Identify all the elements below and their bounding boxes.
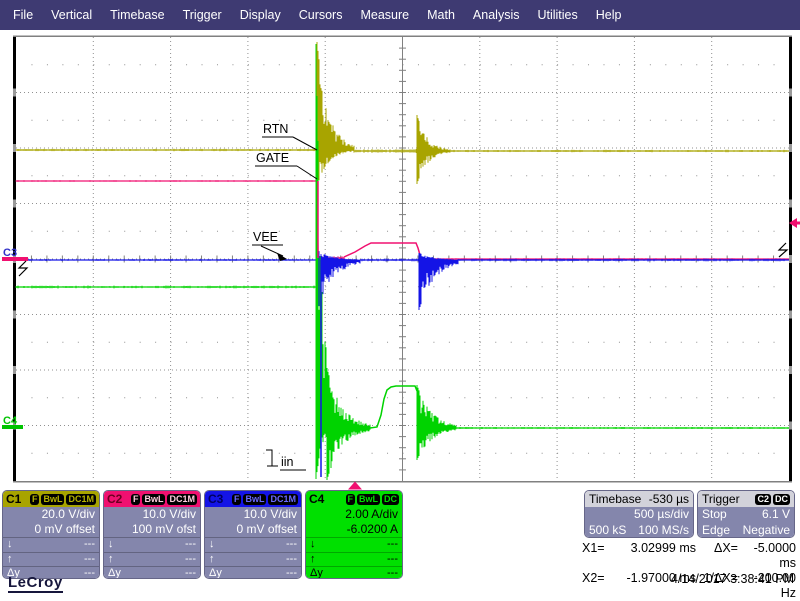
- menu-trigger[interactable]: Trigger: [174, 0, 231, 30]
- channel-c2-max-row: ↑---: [104, 552, 200, 567]
- dx-value: -5.0000 ms: [738, 541, 796, 571]
- channel-c4-offset: -6.0200 A: [306, 522, 402, 537]
- channel-box-c4[interactable]: C4 F BwL DC 2.00 A/div -6.0200 A ↓--- ↑-…: [305, 490, 403, 579]
- coupling-badge: DC1M: [66, 494, 96, 505]
- lecroy-logo: LeCroy: [8, 574, 63, 593]
- channel-c3-offset: 0 mV offset: [205, 522, 301, 537]
- up-arrow-icon: ↑: [209, 553, 215, 567]
- delta-y-icon: Δy: [209, 567, 222, 579]
- menu-file[interactable]: File: [4, 0, 42, 30]
- down-arrow-icon: ↓: [7, 538, 13, 552]
- channel-box-c2[interactable]: C2 F BwL DC1M 10.0 V/div 100 mV ofst ↓--…: [103, 490, 201, 579]
- trigger-title: Trigger: [702, 492, 740, 506]
- menu-measure[interactable]: Measure: [351, 0, 418, 30]
- cursor-readout: X1= 3.02999 ms ΔX= -5.0000 ms X2= -1.970…: [582, 541, 796, 601]
- channel-box-c3[interactable]: C3 F BwL DC1M 10.0 V/div 0 mV offset ↓--…: [204, 490, 302, 579]
- filter-badge: F: [30, 494, 40, 505]
- channel-c1-header: C1 F BwL DC1M: [3, 491, 99, 507]
- channel-c1-min-row: ↓---: [3, 537, 99, 552]
- trigger-mode: Stop: [702, 507, 727, 523]
- up-arrow-icon: ↑: [108, 553, 114, 567]
- dx-label: ΔX=: [696, 541, 738, 571]
- filter-badge: F: [131, 494, 141, 505]
- down-arrow-icon: ↓: [108, 538, 114, 552]
- channel-c2-name: C2: [107, 491, 122, 507]
- channel-c3-scale: 10.0 V/div: [205, 507, 301, 522]
- down-arrow-icon: ↓: [209, 538, 215, 552]
- filter-badge: F: [232, 494, 242, 505]
- timebase-rate: 100 MS/s: [638, 523, 689, 539]
- up-arrow-icon: ↑: [310, 553, 316, 567]
- timebase-per-div: 500 µs/div: [634, 507, 689, 523]
- channel-c3-min-row: ↓---: [205, 537, 301, 552]
- datetime-display: 4/14/2017 3:38:41 PM: [671, 572, 794, 586]
- svg-text:C3: C3: [3, 247, 17, 259]
- svg-text:VEE: VEE: [253, 230, 278, 244]
- menu-cursors[interactable]: Cursors: [290, 0, 352, 30]
- delta-y-icon: Δy: [108, 567, 121, 579]
- bandwidth-limit-badge: BwL: [357, 494, 380, 505]
- channel-c2-offset: 100 mV ofst: [104, 522, 200, 537]
- channel-c3-header: C3 F BwL DC1M: [205, 491, 301, 507]
- channel-box-c1[interactable]: C1 F BwL DC1M 20.0 V/div 0 mV offset ↓--…: [2, 490, 100, 579]
- trigger-source-badge: C2: [755, 494, 771, 505]
- svg-text:C4: C4: [3, 415, 18, 427]
- channel-c3-delta-row: Δy---: [205, 566, 301, 579]
- trigger-header: Trigger C2 DC: [698, 491, 794, 507]
- menu-math[interactable]: Math: [418, 0, 464, 30]
- channel-c1-offset: 0 mV offset: [3, 522, 99, 537]
- channel-c4-delta-row: Δy---: [306, 566, 402, 579]
- bandwidth-limit-badge: BwL: [243, 494, 266, 505]
- filter-badge: F: [346, 494, 356, 505]
- timebase-header: Timebase -530 µs: [585, 491, 693, 507]
- channel-c3-name: C3: [208, 491, 223, 507]
- channel-c1-max-row: ↑---: [3, 552, 99, 567]
- trigger-time-marker[interactable]: [348, 482, 362, 490]
- timebase-delay: -530 µs: [649, 492, 689, 506]
- channel-c4-min-row: ↓---: [306, 537, 402, 552]
- channel-c2-scale: 10.0 V/div: [104, 507, 200, 522]
- channel-c4-name: C4: [309, 491, 324, 507]
- x2-label: X2=: [582, 571, 618, 601]
- menu-analysis[interactable]: Analysis: [464, 0, 529, 30]
- timebase-samples: 500 kS: [589, 523, 626, 539]
- trigger-type: Edge: [702, 523, 730, 539]
- menu-display[interactable]: Display: [231, 0, 290, 30]
- channel-c1-scale: 20.0 V/div: [3, 507, 99, 522]
- trigger-slope: Negative: [743, 523, 790, 539]
- channel-c3-max-row: ↑---: [205, 552, 301, 567]
- trigger-box[interactable]: Trigger C2 DC Stop 6.1 V Edge Negative: [697, 490, 795, 538]
- menu-bar: File Vertical Timebase Trigger Display C…: [0, 0, 800, 30]
- delta-y-icon: Δy: [310, 567, 323, 579]
- channel-c1-name: C1: [6, 491, 21, 507]
- timebase-title: Timebase: [589, 492, 641, 506]
- bandwidth-limit-badge: BwL: [41, 494, 64, 505]
- menu-vertical[interactable]: Vertical: [42, 0, 101, 30]
- up-arrow-icon: ↑: [7, 553, 13, 567]
- bandwidth-limit-badge: BwL: [142, 494, 165, 505]
- timebase-box[interactable]: Timebase -530 µs 500 µs/div 500 kS 100 MS…: [584, 490, 694, 538]
- trigger-level: 6.1 V: [762, 507, 790, 523]
- channel-c4-scale: 2.00 A/div: [306, 507, 402, 522]
- down-arrow-icon: ↓: [310, 538, 316, 552]
- menu-help[interactable]: Help: [587, 0, 631, 30]
- menu-utilities[interactable]: Utilities: [528, 0, 586, 30]
- channel-c4-max-row: ↑---: [306, 552, 402, 567]
- x1-value: 3.02999 ms: [618, 541, 696, 571]
- coupling-badge: DC1M: [167, 494, 197, 505]
- trigger-coupling-badge: DC: [773, 494, 790, 505]
- channel-c4-header: C4 F BwL DC: [306, 491, 402, 507]
- svg-text:RTN: RTN: [263, 122, 288, 136]
- channel-c2-min-row: ↓---: [104, 537, 200, 552]
- menu-timebase[interactable]: Timebase: [101, 0, 173, 30]
- x1-label: X1=: [582, 541, 618, 571]
- coupling-badge: DC: [382, 494, 399, 505]
- svg-text:iin: iin: [281, 455, 294, 469]
- channel-c2-header: C2 F BwL DC1M: [104, 491, 200, 507]
- channel-c2-delta-row: Δy---: [104, 566, 200, 579]
- coupling-badge: DC1M: [268, 494, 298, 505]
- svg-text:GATE: GATE: [256, 151, 289, 165]
